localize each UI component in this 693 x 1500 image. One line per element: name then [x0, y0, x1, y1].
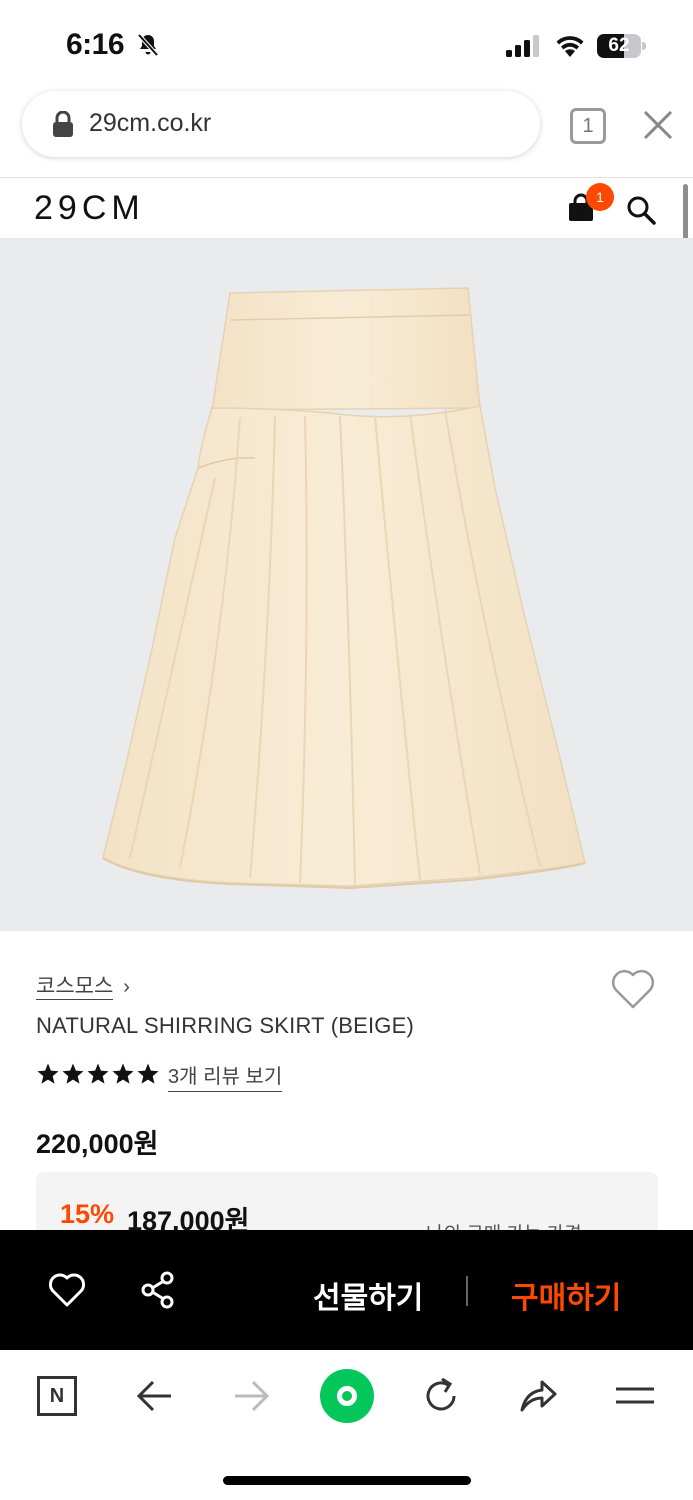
discount-rate: 15%: [60, 1199, 115, 1229]
star-icon: [112, 1063, 134, 1084]
back-icon[interactable]: [135, 1376, 175, 1416]
star-icon: [137, 1063, 159, 1084]
cart-count-badge: 1: [586, 183, 614, 211]
brand-link[interactable]: 코스모스 ›: [36, 970, 130, 1000]
divider: [0, 177, 693, 178]
star-icon: [87, 1063, 109, 1084]
naver-n-icon[interactable]: N: [37, 1376, 77, 1416]
battery-percent: 62: [608, 35, 630, 56]
purchase-bar: 선물하기 구매하기: [0, 1230, 693, 1350]
wifi-icon: [556, 36, 584, 57]
buy-button[interactable]: 구매하기: [511, 1273, 621, 1317]
browser-toolbar: N: [0, 1350, 693, 1500]
bell-off-icon: [137, 33, 159, 57]
share-icon[interactable]: [140, 1271, 176, 1309]
share-arrow-icon[interactable]: [518, 1376, 558, 1416]
rating-stars: [36, 1062, 160, 1086]
search-icon[interactable]: [626, 195, 656, 225]
forward-icon[interactable]: [231, 1376, 271, 1416]
star-icon: [37, 1063, 59, 1084]
status-time: 6:16: [66, 28, 125, 61]
skirt-illustration: [102, 287, 586, 890]
review-link[interactable]: 3개 리뷰 보기: [168, 1060, 283, 1092]
chevron-right-icon: ›: [123, 976, 130, 998]
url-text: 29cm.co.kr: [89, 109, 212, 137]
divider: [466, 1276, 468, 1306]
battery-indicator: 62: [597, 34, 647, 58]
site-logo[interactable]: 29CM: [34, 189, 145, 228]
original-price: 220,000원: [36, 1129, 159, 1159]
address-bar[interactable]: 29cm.co.kr: [22, 91, 540, 157]
heart-icon[interactable]: [48, 1272, 86, 1308]
close-icon[interactable]: [640, 107, 676, 143]
menu-icon[interactable]: [614, 1376, 654, 1416]
signal-icon: [506, 35, 539, 57]
home-indicator[interactable]: [223, 1476, 471, 1485]
lock-icon: [53, 111, 73, 137]
reload-icon[interactable]: [421, 1376, 461, 1416]
status-bar: 6:16 62: [0, 0, 693, 88]
naver-green-dot-button[interactable]: [320, 1369, 374, 1423]
heart-icon[interactable]: [610, 968, 656, 1010]
star-icon: [62, 1063, 84, 1084]
gift-button[interactable]: 선물하기: [313, 1273, 423, 1317]
brand-name: 코스모스: [36, 975, 114, 1000]
product-image[interactable]: [0, 238, 693, 931]
tabs-button[interactable]: 1: [570, 108, 606, 144]
product-title: NATURAL SHIRRING SKIRT (BEIGE): [36, 1013, 415, 1038]
